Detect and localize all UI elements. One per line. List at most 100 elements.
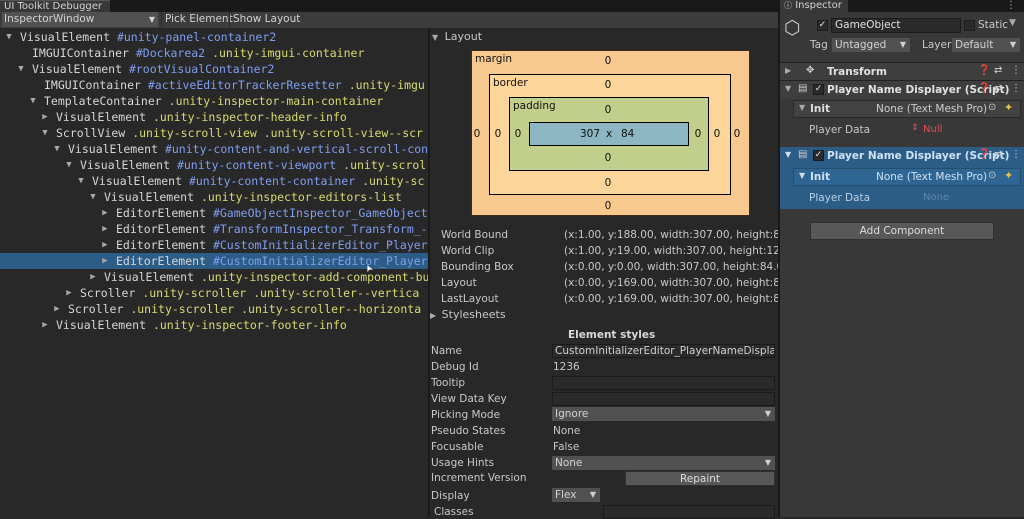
element-id: #CustomInitializerEditor_Player (212, 238, 428, 252)
chevron-down-icon[interactable]: ▼ (28, 93, 38, 109)
element-classes: .unity-inspector-main-container (168, 94, 384, 108)
chevron-down-icon[interactable]: ▼ (64, 157, 74, 173)
element-id: #Dockarea2 (135, 46, 206, 60)
object-picker-icon[interactable]: ⊙ (988, 170, 996, 181)
more-menu-icon[interactable]: ⋮ (1006, 0, 1016, 11)
chevron-down-icon[interactable]: ▼ (799, 171, 805, 180)
inspector-tab[interactable]: ⓘ Inspector (780, 0, 848, 12)
help-icon[interactable]: ❓ (978, 83, 990, 94)
help-icon[interactable]: ❓ (978, 65, 990, 76)
tree-row[interactable]: ▼ VisualElement #unity-content-viewport .… (0, 157, 428, 173)
tree-row[interactable]: ▶ Scroller .unity-scroller .unity-scrolle… (0, 301, 428, 317)
null-warning-icon: ⇕ (911, 123, 919, 133)
transform-component-header[interactable]: ▶ ✥ Transform ❓ ⇄ ⋮ (780, 62, 1024, 81)
chevron-right-icon[interactable]: ▶ (52, 301, 62, 317)
chevron-right-icon[interactable]: ▶ (40, 317, 50, 333)
tree-row[interactable]: ▼ TemplateContainer .unity-inspector-main… (0, 93, 428, 109)
chevron-right-icon[interactable]: ▶ (100, 205, 110, 221)
chevron-down-icon[interactable]: ▼ (40, 125, 50, 141)
stylesheets-foldout[interactable]: ▶ Stylesheets (430, 308, 506, 321)
world-bound-value: (x:1.00, y:188.00, width:307.00, height:… (564, 229, 808, 241)
repaint-button[interactable]: Repaint (625, 471, 775, 486)
tree-row-text: TemplateContainer .unity-inspector-main-… (44, 93, 383, 109)
display-dropdown[interactable]: Flex ▼ (552, 488, 600, 502)
active-checkbox[interactable]: ✓ (817, 20, 828, 31)
name-field[interactable]: CustomInitializerEditor_PlayerNameDispla… (552, 344, 775, 358)
preset-icon[interactable]: ⇄ (994, 149, 1002, 160)
player-data-label: Player Data (809, 124, 871, 136)
inspector-tab-label: Inspector (795, 0, 842, 11)
layout-foldout[interactable]: ▼ Layout (432, 30, 482, 43)
margin-label: margin (475, 53, 513, 65)
tree-row[interactable]: ▶ EditorElement #CustomInitializerEditor_… (0, 237, 428, 253)
tree-row[interactable]: ▶ Scroller .unity-scroller .unity-scrolle… (0, 285, 428, 301)
player-name-displayer-header-2[interactable]: ▼ ▤ ✓ Player Name Displayer (Script) ❓ ⇄… (780, 147, 1024, 165)
player-data-value[interactable]: None (923, 192, 949, 203)
chevron-right-icon[interactable]: ▶ (100, 253, 110, 269)
tree-row[interactable]: ▼ VisualElement #unity-content-container … (0, 173, 428, 189)
more-menu-icon[interactable]: ⋮ (1011, 149, 1021, 160)
component-enabled-checkbox[interactable]: ✓ (813, 84, 824, 95)
chevron-down-icon[interactable]: ▼ (16, 61, 26, 77)
tree-row[interactable]: ▼ VisualElement #unity-panel-container2 (0, 29, 428, 45)
chevron-down-icon[interactable]: ▼ (76, 173, 86, 189)
player-name-displayer-header-1[interactable]: ▼ ▤ ✓ Player Name Displayer (Script) ❓ ⇄… (780, 80, 1024, 99)
add-component-button[interactable]: Add Component (810, 222, 994, 240)
static-checkbox[interactable] (964, 20, 975, 31)
chevron-right-icon[interactable]: ▶ (100, 237, 110, 253)
element-id: #TransformInspector_Transform_- (212, 222, 428, 236)
more-menu-icon[interactable]: ⋮ (1011, 65, 1021, 76)
tree-row[interactable]: ▶ EditorElement #GameObjectInspector_Game… (0, 205, 428, 221)
tree-row[interactable]: ▼ ScrollView .unity-scroll-view .unity-sc… (0, 125, 428, 141)
player-data-row-1: Player Data ⇕ Null (793, 120, 1021, 140)
pick-element-button[interactable]: Pick Element (161, 12, 236, 27)
chevron-down-icon[interactable]: ▼ (88, 189, 98, 205)
object-picker-icon[interactable]: ⊙ (988, 102, 996, 113)
init-object-field[interactable]: None (Text Mesh Pro) (876, 103, 987, 115)
tree-row[interactable]: IMGUIContainer #Dockarea2 .unity-imgui-c… (0, 45, 428, 61)
tree-row-text: EditorElement #TransformInspector_Transf… (116, 221, 428, 237)
tree-row[interactable]: IMGUIContainer #activeEditorTrackerReset… (0, 77, 428, 93)
element-type: VisualElement (20, 30, 111, 44)
margin-bottom-value: 0 (604, 200, 612, 212)
more-menu-icon[interactable]: ⋮ (1011, 83, 1021, 94)
preset-icon[interactable]: ⇄ (994, 65, 1002, 76)
world-clip-label: World Clip (441, 245, 495, 257)
chevron-right-icon[interactable]: ▶ (100, 221, 110, 237)
player-data-value[interactable]: Null (923, 124, 942, 135)
init-wizard-icon[interactable]: ✦ (1004, 101, 1013, 114)
tag-dropdown[interactable]: Untagged ▼ (832, 38, 910, 52)
component-enabled-checkbox[interactable]: ✓ (813, 150, 824, 161)
chevron-right-icon[interactable]: ▶ (40, 109, 50, 125)
init-object-field[interactable]: None (Text Mesh Pro) (876, 171, 987, 183)
element-type: VisualElement (104, 190, 195, 204)
gameobject-name-field[interactable]: GameObject (831, 18, 961, 33)
chevron-right-icon[interactable]: ▶ (64, 285, 74, 301)
tree-row[interactable]: ▼ VisualElement #unity-content-and-vertic… (0, 141, 428, 157)
chevron-right-icon[interactable]: ▶ (88, 269, 98, 285)
chevron-down-icon[interactable]: ▼ (799, 103, 805, 112)
help-icon[interactable]: ❓ (978, 149, 990, 160)
tooltip-field[interactable] (552, 376, 775, 390)
view-data-key-field[interactable] (552, 392, 775, 406)
tree-row[interactable]: ▼ VisualElement .unity-inspector-editors-… (0, 189, 428, 205)
element-classes: .unity-scroller .unity-scroller--vertica (142, 286, 420, 300)
usage-hints-dropdown[interactable]: None ▼ (552, 456, 775, 470)
layer-dropdown[interactable]: Default ▼ (952, 38, 1020, 52)
chevron-down-icon[interactable]: ▼ (52, 141, 62, 157)
tag-label: Tag (810, 39, 828, 51)
window-select-dropdown[interactable]: InspectorWindow ▼ (2, 12, 158, 27)
visual-tree-view[interactable]: ▼ VisualElement #unity-panel-container2 IM… (0, 28, 428, 517)
show-layout-toggle[interactable]: Show Layout (229, 12, 303, 27)
tree-row[interactable]: ▶ VisualElement .unity-inspector-header-i… (0, 109, 428, 125)
chevron-down-icon[interactable]: ▼ (1009, 18, 1016, 28)
tree-row[interactable]: ▼ VisualElement #rootVisualContainer2 (0, 61, 428, 77)
tree-row[interactable]: ▶ VisualElement .unity-inspector-footer-i… (0, 317, 428, 333)
tree-row[interactable]: ▶ EditorElement #TransformInspector_Trans… (0, 221, 428, 237)
debugger-tab[interactable]: UI Toolkit Debugger (0, 0, 110, 12)
picking-mode-dropdown[interactable]: Ignore ▼ (552, 407, 775, 421)
preset-icon[interactable]: ⇄ (994, 83, 1002, 94)
chevron-down-icon[interactable]: ▼ (4, 29, 14, 45)
layout-foldout-label: Layout (444, 30, 483, 43)
init-wizard-icon[interactable]: ✦ (1004, 169, 1013, 182)
